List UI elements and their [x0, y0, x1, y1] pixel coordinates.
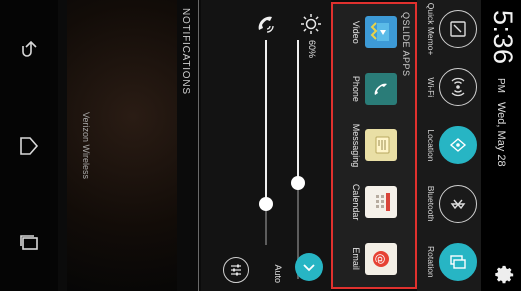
rotation-label: Rotation	[426, 246, 436, 278]
phone-label: Phone	[351, 75, 361, 102]
location-icon	[439, 126, 477, 165]
email-label: Email	[351, 247, 361, 270]
rotation-icon	[439, 242, 477, 281]
brightness-thumb[interactable]	[291, 176, 305, 191]
qslide-app-video[interactable]: Video	[351, 6, 397, 58]
location-label: Location	[426, 129, 436, 162]
qslide-app-messaging[interactable]: Messaging	[351, 119, 397, 171]
rotation-toggle[interactable]: Rotation	[426, 234, 477, 290]
carrier-label: Verizon Wireless	[81, 111, 91, 180]
wifi-toggle[interactable]: Wi-Fi	[426, 59, 477, 115]
back-button[interactable]	[9, 29, 49, 69]
brightness-fill	[297, 40, 299, 184]
location-toggle[interactable]: Location	[426, 117, 477, 173]
video-icon	[365, 16, 397, 49]
recent-apps-icon	[20, 234, 38, 250]
messaging-icon	[365, 129, 397, 162]
quick-memo-icon	[439, 10, 477, 49]
bluetooth-label: Bluetooth	[426, 185, 436, 222]
date-label: Wed, May 28	[495, 102, 507, 167]
volume-thumb[interactable]	[259, 197, 273, 211]
calendar-icon	[365, 186, 397, 219]
gear-icon[interactable]	[493, 264, 515, 286]
qslide-app-phone[interactable]: Phone	[351, 63, 397, 115]
bluetooth-toggle[interactable]: Bluetooth	[426, 176, 477, 232]
sliders-panel: 60% Auto	[201, 0, 331, 291]
quick-settings-row: Quick Memo+ Wi-Fi Location Bluetooth Rot…	[417, 0, 481, 291]
quick-memo-label: Quick Memo+	[426, 2, 436, 56]
back-icon	[22, 40, 37, 57]
wifi-icon	[439, 68, 477, 107]
recent-apps-button[interactable]	[9, 223, 49, 263]
svg-text:@: @	[374, 253, 387, 264]
sound-settings-button[interactable]	[223, 257, 249, 283]
email-icon: @	[365, 242, 397, 275]
brightness-slider[interactable]	[291, 40, 305, 279]
section-divider	[198, 0, 199, 291]
quick-memo-toggle[interactable]: Quick Memo+	[426, 1, 477, 57]
calendar-label: Calendar	[351, 183, 361, 221]
clock-ampm: PM	[495, 78, 506, 93]
chevron-right-icon	[303, 264, 315, 272]
bluetooth-icon	[439, 184, 477, 223]
phone-icon	[365, 72, 397, 105]
volume-fill	[265, 40, 267, 204]
equalizer-icon	[231, 264, 241, 276]
brightness-row: 60%	[289, 0, 329, 291]
notifications-title: NOTIFICATIONS	[180, 8, 191, 95]
clock-time: 5:36	[488, 10, 518, 65]
ringtone-icon	[258, 16, 274, 33]
qslide-app-calendar[interactable]: Calendar	[351, 176, 397, 228]
brightness-icon	[301, 14, 321, 34]
home-button[interactable]	[9, 126, 49, 166]
messaging-label: Messaging	[351, 123, 361, 168]
wifi-label: Wi-Fi	[426, 77, 436, 98]
qslide-app-email[interactable]: @ Email	[351, 233, 397, 285]
brightness-percent: 60%	[307, 40, 317, 59]
phone-screen: 5:36 PM Wed, May 28 Quick Memo+ Wi-Fi Lo…	[0, 0, 521, 291]
volume-slider[interactable]	[259, 40, 273, 245]
status-bar: 5:36 PM Wed, May 28	[481, 0, 521, 291]
home-icon	[20, 136, 39, 155]
volume-row	[243, 0, 283, 291]
navigation-bar	[0, 0, 58, 291]
qslide-title: QSLIDE APPS	[401, 12, 411, 77]
auto-brightness-button[interactable]	[295, 253, 323, 281]
video-label: Video	[351, 20, 361, 44]
qslide-apps-panel: QSLIDE APPS Video Phone Messaging Calend…	[331, 2, 417, 289]
